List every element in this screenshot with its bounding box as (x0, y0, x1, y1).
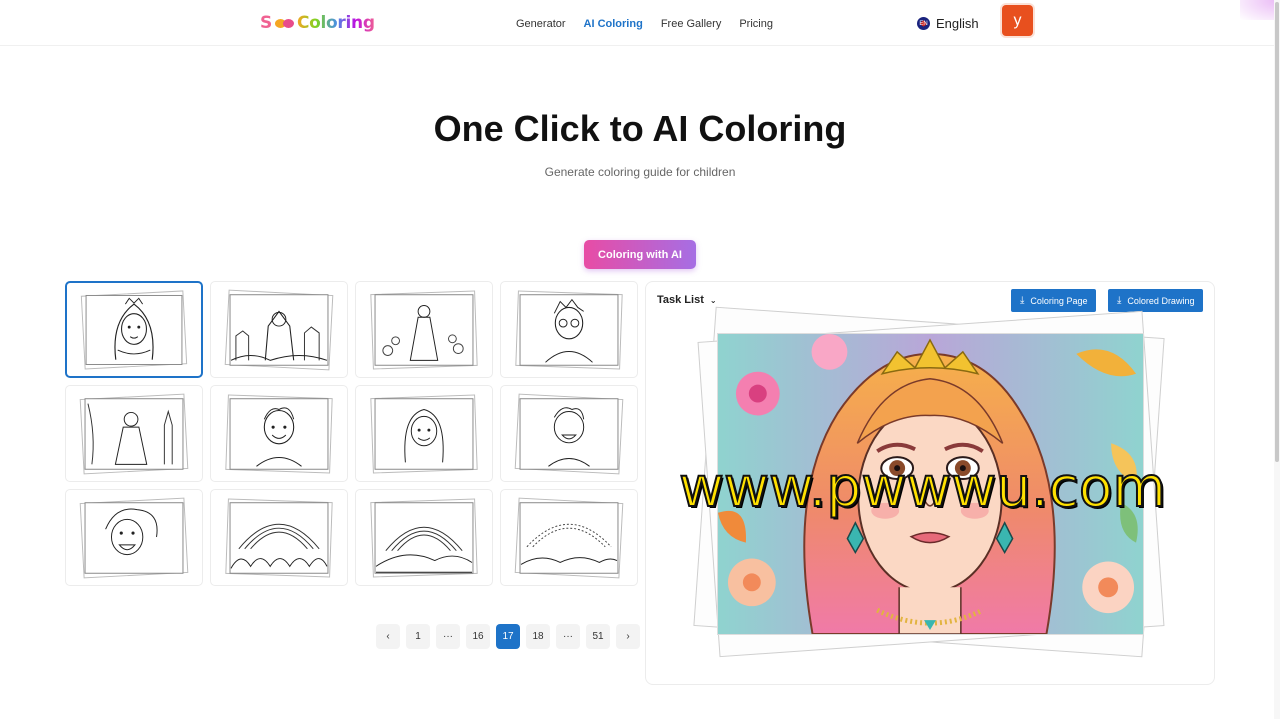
page-subtitle: Generate coloring guide for children (544, 165, 736, 179)
princess-portrait-sketch-icon (80, 290, 188, 370)
download-colored-drawing-button[interactable]: ⤓ Colored Drawing (1108, 289, 1204, 312)
pagination-next-button[interactable]: › (616, 624, 640, 649)
nav-pricing[interactable]: Pricing (739, 18, 773, 30)
pagination: ‹ 1 ··· 16 17 18 ··· 51 › (376, 624, 640, 649)
language-selector[interactable]: EN English (917, 16, 979, 31)
rainbow-flowers-sketch-icon (225, 498, 333, 578)
download-coloring-page-button[interactable]: ⤓ Coloring Page (1011, 289, 1097, 312)
pagination-ellipsis-right[interactable]: ··· (556, 624, 580, 649)
nav-ai-coloring[interactable]: AI Coloring (584, 18, 643, 30)
page-title: One Click to AI Coloring (433, 108, 847, 149)
logo-text: Coloring (296, 13, 375, 33)
pagination-page-18[interactable]: 18 (526, 624, 550, 649)
pagination-page-1[interactable]: 1 (406, 624, 430, 649)
top-navigation-bar: S Coloring Generator AI Coloring Free Ga… (0, 0, 1280, 46)
pagination-prev-button[interactable]: ‹ (376, 624, 400, 649)
download-icon: ⤓ (1117, 295, 1122, 306)
gallery-item-smiling-girl[interactable] (355, 385, 493, 482)
gallery-item-rainbow-field[interactable] (500, 489, 638, 586)
user-avatar[interactable]: y (1002, 5, 1033, 36)
language-flag-icon: EN (917, 17, 930, 30)
logo-letter: S (260, 13, 272, 33)
coloring-with-ai-button[interactable]: Coloring with AI (584, 240, 696, 269)
download-colored-drawing-label: Colored Drawing (1127, 295, 1195, 306)
download-coloring-page-label: Coloring Page (1030, 295, 1088, 306)
gallery-item-knight-castle[interactable] (210, 281, 348, 378)
language-label: English (936, 16, 979, 31)
gallery-item-boy-glasses[interactable] (500, 281, 638, 378)
watermark-text: www.pwwwu.com (678, 454, 1167, 520)
pagination-page-51[interactable]: 51 (586, 624, 610, 649)
laughing-boy-sketch-icon (514, 393, 624, 475)
task-list-dropdown[interactable]: Task List ⌄ (657, 294, 717, 306)
princess-tower-sketch-icon (79, 393, 189, 475)
logo-dots-icon (274, 18, 294, 28)
site-logo[interactable]: S Coloring (260, 13, 375, 33)
nav-generator[interactable]: Generator (516, 18, 566, 30)
gallery-item-laughing-girl[interactable] (65, 489, 203, 586)
gallery-item-smiling-boy[interactable] (210, 385, 348, 482)
download-icon: ⤓ (1020, 295, 1025, 306)
gallery-item-princess-garden[interactable] (355, 281, 493, 378)
smiling-boy-sketch-icon (225, 394, 333, 474)
chevron-right-icon: › (626, 631, 630, 642)
pagination-ellipsis-left[interactable]: ··· (436, 624, 460, 649)
boy-glasses-sketch-icon (515, 290, 623, 370)
princess-garden-sketch-icon (370, 290, 478, 370)
chevron-left-icon: ‹ (386, 631, 390, 642)
knight-castle-sketch-icon (224, 289, 334, 371)
rainbow-field-sketch-icon (514, 497, 624, 579)
task-list-label: Task List (657, 294, 704, 306)
nav-free-gallery[interactable]: Free Gallery (661, 18, 722, 30)
laughing-girl-sketch-icon (79, 497, 189, 579)
gallery-item-rainbow-hills[interactable] (355, 489, 493, 586)
coloring-gallery-grid (65, 281, 638, 586)
pagination-page-16[interactable]: 16 (466, 624, 490, 649)
smiling-girl-sketch-icon (370, 394, 478, 474)
gallery-item-princess-portrait[interactable] (65, 281, 203, 378)
main-nav: Generator AI Coloring Free Gallery Prici… (516, 18, 773, 30)
chevron-down-icon: ⌄ (709, 295, 717, 305)
gallery-item-laughing-boy[interactable] (500, 385, 638, 482)
gallery-item-princess-tower[interactable] (65, 385, 203, 482)
pagination-page-17-current[interactable]: 17 (496, 624, 520, 649)
gallery-item-rainbow-flowers[interactable] (210, 489, 348, 586)
rainbow-hills-sketch-icon (370, 498, 478, 578)
